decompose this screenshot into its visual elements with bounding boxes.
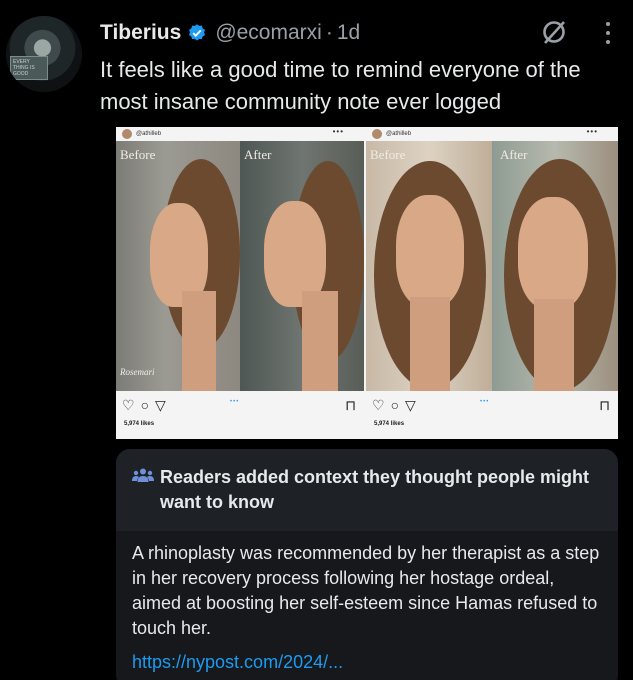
separator-dot: · [325,21,333,44]
community-note-body: A rhinoplasty was recommended by her the… [132,543,600,638]
comment-icon: ○ [140,397,150,413]
after-photo-profile: After [240,141,364,391]
bookmark-icon: ⊓ [345,397,356,413]
carousel-dots: ••• [480,399,490,405]
tweet-text: It feels like a good time to remind ever… [100,57,581,114]
community-note-link[interactable]: https://nypost.com/2024/... [132,652,343,673]
post-header: @athilleb [366,127,618,141]
avatar[interactable]: EVERY THING IS GOOD [6,16,82,92]
community-note-icon [132,468,154,482]
share-icon: ▽ [155,397,166,413]
post-time[interactable]: 1d [337,21,360,45]
likes-count: 5,974 likes [374,421,405,427]
instagram-post-left: @athilleb ••• Before Rosemari After ♡ ○ … [116,127,364,439]
post-header: @athilleb [116,127,364,141]
likes-count: 5,974 likes [124,421,155,427]
more-icon[interactable] [598,18,618,48]
author-name[interactable]: Tiberius [100,21,181,45]
before-label: Before [120,147,156,162]
heart-icon: ♡ [122,397,135,413]
share-icon: ▽ [405,397,416,413]
post-avatar [372,129,382,139]
after-photo-front: After [492,141,618,391]
community-note[interactable]: Readers added context they thought peopl… [116,449,618,680]
avatar-sign: EVERY THING IS GOOD [10,56,48,80]
grok-icon[interactable] [540,18,568,46]
post-more-icon: ••• [332,127,344,136]
comment-icon: ○ [390,397,400,413]
neck-shape [534,299,574,391]
before-photo-front: Before [366,141,492,391]
community-note-title: Readers added context they thought peopl… [160,467,590,512]
author-handle[interactable]: @ecomarxi [215,21,322,45]
before-photo-profile: Before Rosemari [116,141,240,391]
post-username: @athilleb [136,131,162,137]
post-username: @athilleb [386,131,412,137]
carousel-dots: ••• [230,399,240,405]
neck-shape [302,291,338,391]
after-label: After [500,147,528,162]
post-actions: ♡ ○ ▽ ••• ⊓ [372,397,612,417]
instagram-post-right: @athilleb ••• Before After ♡ ○ ▽ ••• ⊓ 5… [366,127,618,439]
heart-icon: ♡ [372,397,385,413]
post-actions: ♡ ○ ▽ ••• ⊓ [122,397,358,417]
tweet-header: Tiberius @ecomarxi · 1d [100,20,360,46]
face-shape [396,195,464,307]
after-label: After [244,147,272,162]
verified-badge-icon [189,24,206,41]
before-label: Before [370,147,406,162]
neck-shape [410,297,450,391]
photo-watermark: Rosemari [120,367,155,377]
neck-shape [182,291,216,391]
post-more-icon: ••• [586,127,598,136]
bookmark-icon: ⊓ [599,397,610,413]
face-shape [518,197,588,309]
community-note-header: Readers added context they thought peopl… [116,449,618,531]
tweet-media-image[interactable]: @athilleb ••• Before Rosemari After ♡ ○ … [116,127,618,439]
post-avatar [122,129,132,139]
